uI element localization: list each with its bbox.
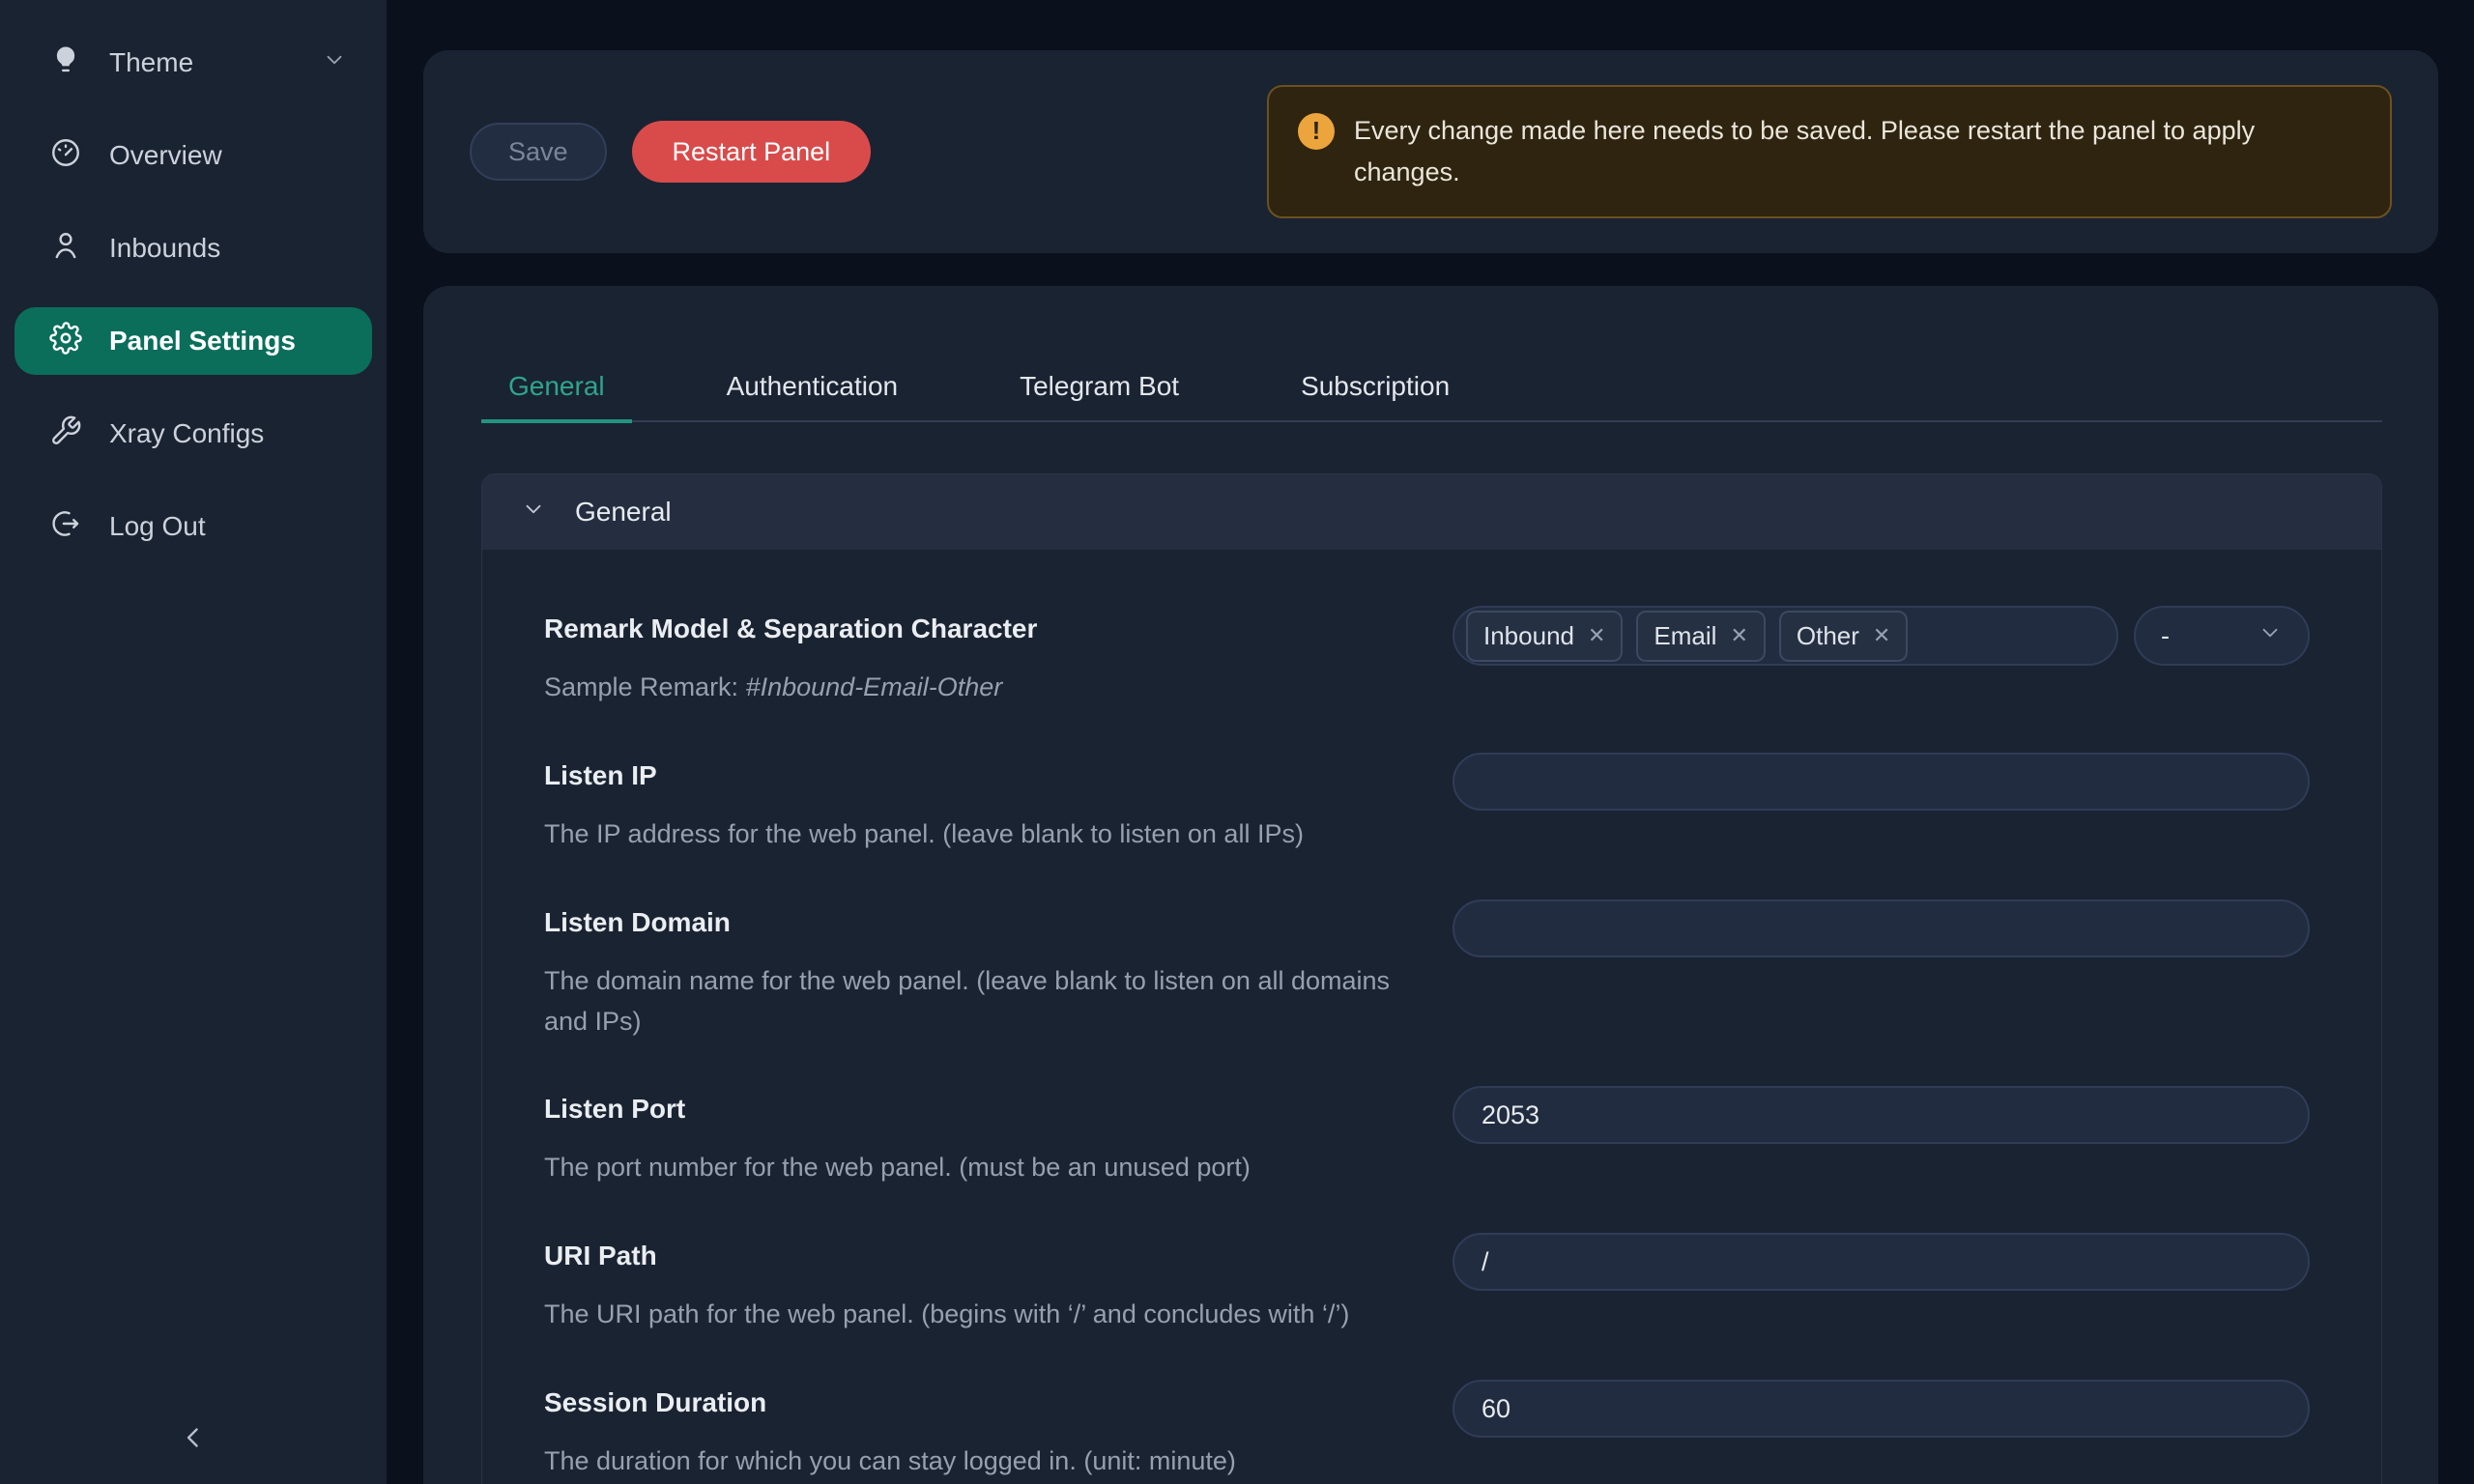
field-label: URI Path (544, 1241, 1453, 1271)
chevron-down-icon (322, 47, 347, 79)
save-button[interactable]: Save (470, 123, 607, 181)
listen-ip-input[interactable] (1453, 753, 2310, 811)
sidebar-item-inbounds[interactable]: Inbounds (14, 214, 372, 282)
field-listen-ip: Listen IP The IP address for the web pan… (544, 753, 2310, 855)
field-session-duration: Session Duration The duration for which … (544, 1380, 2310, 1482)
listen-domain-input[interactable] (1453, 899, 2310, 957)
tab-telegram-bot[interactable]: Telegram Bot (992, 371, 1206, 420)
remark-tags-input[interactable]: Inbound ✕ Email ✕ Other ✕ (1453, 606, 2118, 666)
uri-path-input[interactable] (1453, 1233, 2310, 1291)
wrench-icon (49, 414, 82, 454)
field-label: Remark Model & Separation Character (544, 614, 1453, 644)
field-description: The domain name for the web panel. (leav… (544, 961, 1414, 1042)
tag-inbound: Inbound ✕ (1466, 611, 1623, 662)
bulb-icon (49, 43, 82, 83)
sidebar-item-xray-configs[interactable]: Xray Configs (14, 400, 372, 468)
settings-card: General Authentication Telegram Bot Subs… (423, 286, 2438, 1484)
sidebar-item-panel-settings[interactable]: Panel Settings (14, 307, 372, 375)
user-icon (49, 229, 82, 269)
field-remark-model: Remark Model & Separation Character Samp… (544, 606, 2310, 708)
sidebar-item-theme[interactable]: Theme (14, 29, 372, 97)
logout-icon (49, 507, 82, 547)
tag-label: Inbound (1483, 621, 1574, 651)
field-label: Listen Domain (544, 907, 1453, 938)
remove-tag-icon[interactable]: ✕ (1730, 625, 1747, 646)
listen-port-input[interactable] (1453, 1086, 2310, 1144)
chevron-left-icon (177, 1421, 210, 1459)
actions-card: Save Restart Panel ! Every change made h… (423, 50, 2438, 253)
sample-remark-prefix: Sample Remark: (544, 672, 746, 701)
sidebar-collapse-button[interactable] (166, 1413, 220, 1467)
chevron-down-icon (2258, 620, 2283, 652)
restart-warning-alert: ! Every change made here needs to be sav… (1267, 85, 2392, 218)
field-label: Session Duration (544, 1387, 1453, 1418)
field-listen-port: Listen Port The port number for the web … (544, 1086, 2310, 1188)
tag-label: Email (1654, 621, 1716, 651)
sidebar-item-label: Xray Configs (109, 418, 264, 449)
field-label: Listen Port (544, 1094, 1453, 1125)
chevron-down-icon (521, 497, 546, 528)
field-description: The IP address for the web panel. (leave… (544, 814, 1453, 855)
field-label: Listen IP (544, 760, 1453, 791)
sample-remark-value: #Inbound-Email-Other (746, 672, 1003, 701)
gauge-icon (49, 136, 82, 176)
general-form: Remark Model & Separation Character Samp… (482, 550, 2381, 1484)
field-uri-path: URI Path The URI path for the web panel.… (544, 1233, 2310, 1335)
sidebar-item-label: Inbounds (109, 233, 220, 264)
sidebar-item-overview[interactable]: Overview (14, 122, 372, 189)
sidebar: Theme Overview Inbounds Panel Settings X… (0, 0, 387, 1484)
session-duration-input[interactable] (1453, 1380, 2310, 1438)
section-title: General (575, 497, 672, 528)
alert-message: Every change made here needs to be saved… (1354, 110, 2361, 193)
remove-tag-icon[interactable]: ✕ (1588, 625, 1605, 646)
sidebar-item-log-out[interactable]: Log Out (14, 493, 372, 560)
tag-label: Other (1797, 621, 1859, 651)
tab-authentication[interactable]: Authentication (700, 371, 925, 420)
field-description: Sample Remark: #Inbound-Email-Other (544, 668, 1453, 708)
general-collapse: General Remark Model & Separation Charac… (481, 473, 2382, 1484)
separator-select[interactable]: - (2134, 606, 2310, 666)
field-description: The port number for the web panel. (must… (544, 1148, 1453, 1188)
gear-icon (49, 322, 82, 361)
sidebar-item-label: Log Out (109, 511, 206, 542)
warning-icon: ! (1298, 113, 1335, 150)
restart-panel-button[interactable]: Restart Panel (632, 121, 872, 183)
general-collapse-header[interactable]: General (482, 474, 2381, 550)
field-description: The URI path for the web panel. (begins … (544, 1295, 1453, 1335)
tag-email: Email ✕ (1636, 611, 1765, 662)
main-content: Save Restart Panel ! Every change made h… (387, 0, 2474, 1484)
tag-other: Other ✕ (1779, 611, 1908, 662)
separator-value: - (2161, 621, 2170, 651)
field-description: The duration for which you can stay logg… (544, 1441, 1453, 1482)
field-listen-domain: Listen Domain The domain name for the we… (544, 899, 2310, 1042)
tab-general[interactable]: General (481, 371, 632, 423)
sidebar-item-label: Panel Settings (109, 326, 296, 357)
sidebar-item-label: Theme (109, 47, 193, 78)
remove-tag-icon[interactable]: ✕ (1873, 625, 1890, 646)
settings-tabs: General Authentication Telegram Bot Subs… (481, 371, 2382, 422)
sidebar-item-label: Overview (109, 140, 222, 171)
tab-subscription[interactable]: Subscription (1274, 371, 1477, 420)
